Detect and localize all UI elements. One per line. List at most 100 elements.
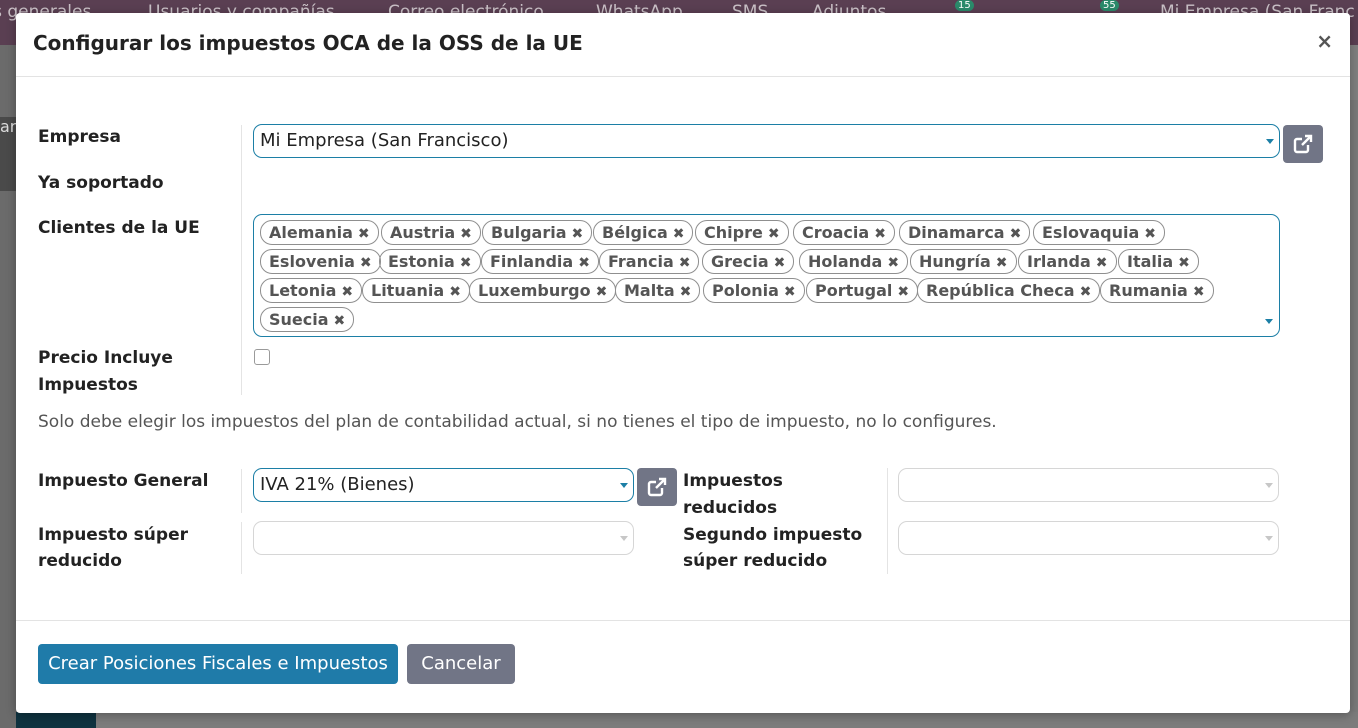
eu-customers-label: Clientes de la UE [38, 218, 200, 238]
second-super-reduced-tax-select[interactable] [898, 521, 1279, 555]
remove-tag-icon[interactable]: ✖ [460, 226, 472, 242]
chevron-down-icon [620, 536, 628, 541]
tax-plan-note: Solo debe elegir los impuestos del plan … [38, 412, 997, 432]
second-super-reduced-label-line2: súper reducido [683, 551, 828, 571]
remove-tag-icon[interactable]: ✖ [774, 255, 786, 271]
tag-country: Eslovaquia ✖ [1033, 220, 1166, 245]
bg-chat-badge: 15 [955, 0, 974, 11]
bg-sidebar-tab: ar [0, 117, 16, 191]
dialog-footer: Crear Posiciones Fiscales e Impuestos Ca… [16, 620, 1350, 714]
tag-country: Austria ✖ [381, 220, 481, 245]
remove-tag-icon[interactable]: ✖ [578, 255, 590, 271]
tag-country: Malta ✖ [615, 278, 701, 303]
price-includes-tax-label-line1: Precio Incluye [38, 348, 173, 368]
tag-country: Italia ✖ [1118, 249, 1199, 274]
tag-country: República Checa ✖ [917, 278, 1101, 303]
remove-tag-icon[interactable]: ✖ [679, 255, 691, 271]
tag-country: Francia ✖ [599, 249, 700, 274]
general-tax-label: Impuesto General [38, 471, 209, 491]
oss-tax-config-dialog: Configurar los impuestos OCA de la OSS d… [16, 13, 1350, 713]
remove-tag-icon[interactable]: ✖ [460, 255, 472, 271]
general-tax-select[interactable]: IVA 21% (Bienes) [253, 468, 634, 502]
tag-country: Grecia ✖ [702, 249, 795, 274]
second-super-reduced-label-line1: Segundo impuesto [683, 525, 863, 545]
eu-customers-tag-input[interactable]: Alemania ✖ Austria ✖ Bulgaria ✖ Bélgica ✖ Ch… [253, 214, 1280, 337]
remove-tag-icon[interactable]: ✖ [596, 284, 608, 300]
tag-country: Suecia ✖ [260, 307, 355, 332]
super-reduced-label-line1: Impuesto súper [38, 525, 188, 545]
tag-country: Portugal ✖ [806, 278, 919, 303]
tag-country: Letonia ✖ [260, 278, 363, 303]
label-separator [241, 522, 242, 574]
remove-tag-icon[interactable]: ✖ [358, 226, 370, 242]
remove-tag-icon[interactable]: ✖ [1096, 255, 1108, 271]
tag-country: Polonia ✖ [703, 278, 805, 303]
chevron-down-icon [1265, 483, 1273, 488]
tag-country: Alemania ✖ [260, 220, 379, 245]
company-select[interactable]: Mi Empresa (San Francisco) [253, 124, 1280, 158]
remove-tag-icon[interactable]: ✖ [572, 226, 584, 242]
cancel-button[interactable]: Cancelar [407, 644, 515, 684]
super-reduced-tax-select[interactable] [253, 521, 634, 555]
remove-tag-icon[interactable]: ✖ [449, 284, 461, 300]
remove-tag-icon[interactable]: ✖ [1193, 284, 1205, 300]
price-includes-tax-label-line2: Impuestos [38, 375, 138, 395]
remove-tag-icon[interactable]: ✖ [897, 284, 909, 300]
remove-tag-icon[interactable]: ✖ [1144, 226, 1156, 242]
create-fiscal-positions-button[interactable]: Crear Posiciones Fiscales e Impuestos [38, 644, 398, 684]
close-icon[interactable]: × [1316, 29, 1333, 53]
reduced-tax-label-line1: Impuestos [683, 471, 783, 491]
remove-tag-icon[interactable]: ✖ [341, 284, 353, 300]
external-link-icon [1293, 134, 1313, 154]
tag-country: Lituania ✖ [362, 278, 470, 303]
bg-activity-badge: 55 [1100, 0, 1119, 11]
chevron-down-icon [620, 483, 628, 488]
chevron-down-icon [1265, 536, 1273, 541]
company-select-value: Mi Empresa (San Francisco) [260, 130, 509, 151]
tag-country: Dinamarca ✖ [899, 220, 1031, 245]
remove-tag-icon[interactable]: ✖ [1178, 255, 1190, 271]
remove-tag-icon[interactable]: ✖ [334, 313, 346, 329]
background-bottom [16, 712, 1358, 728]
dialog-header: Configurar los impuestos OCA de la OSS d… [16, 13, 1350, 77]
remove-tag-icon[interactable]: ✖ [1010, 226, 1022, 242]
label-separator [241, 125, 242, 395]
remove-tag-icon[interactable]: ✖ [874, 226, 886, 242]
supported-label: Ya soportado [38, 173, 164, 193]
super-reduced-label-line2: reducido [38, 551, 122, 571]
general-tax-external-link-button[interactable] [637, 468, 677, 506]
remove-tag-icon[interactable]: ✖ [784, 284, 796, 300]
remove-tag-icon[interactable]: ✖ [887, 255, 899, 271]
tag-country: Irlanda ✖ [1018, 249, 1117, 274]
general-tax-select-value: IVA 21% (Bienes) [260, 474, 415, 495]
tag-country: Rumania ✖ [1100, 278, 1214, 303]
company-external-link-button[interactable] [1283, 125, 1323, 163]
label-separator [887, 468, 888, 574]
remove-tag-icon[interactable]: ✖ [673, 226, 685, 242]
dialog-title: Configurar los impuestos OCA de la OSS d… [33, 31, 583, 55]
remove-tag-icon[interactable]: ✖ [360, 255, 372, 271]
remove-tag-icon[interactable]: ✖ [1080, 284, 1092, 300]
company-label: Empresa [38, 127, 121, 147]
tag-country: Chipre ✖ [695, 220, 789, 245]
background-sidebar: ar [0, 45, 16, 728]
tag-country: Finlandia ✖ [481, 249, 599, 274]
remove-tag-icon[interactable]: ✖ [680, 284, 692, 300]
chevron-down-icon [1265, 319, 1273, 324]
price-includes-tax-checkbox[interactable] [254, 349, 270, 365]
tag-country: Luxemburgo ✖ [469, 278, 617, 303]
tag-country: Croacia ✖ [793, 220, 895, 245]
tag-country: Bulgaria ✖ [482, 220, 593, 245]
chevron-down-icon [1266, 139, 1274, 144]
reduced-tax-select[interactable] [898, 468, 1279, 502]
tag-country: Bélgica ✖ [593, 220, 694, 245]
remove-tag-icon[interactable]: ✖ [996, 255, 1008, 271]
external-link-icon [647, 477, 667, 497]
tag-country: Eslovenia ✖ [260, 249, 381, 274]
tag-country: Holanda ✖ [799, 249, 909, 274]
tag-country: Hungría ✖ [910, 249, 1017, 274]
label-separator [241, 469, 242, 513]
reduced-tax-label-line2: reducidos [683, 498, 778, 518]
remove-tag-icon[interactable]: ✖ [768, 226, 780, 242]
tag-country: Estonia ✖ [379, 249, 481, 274]
